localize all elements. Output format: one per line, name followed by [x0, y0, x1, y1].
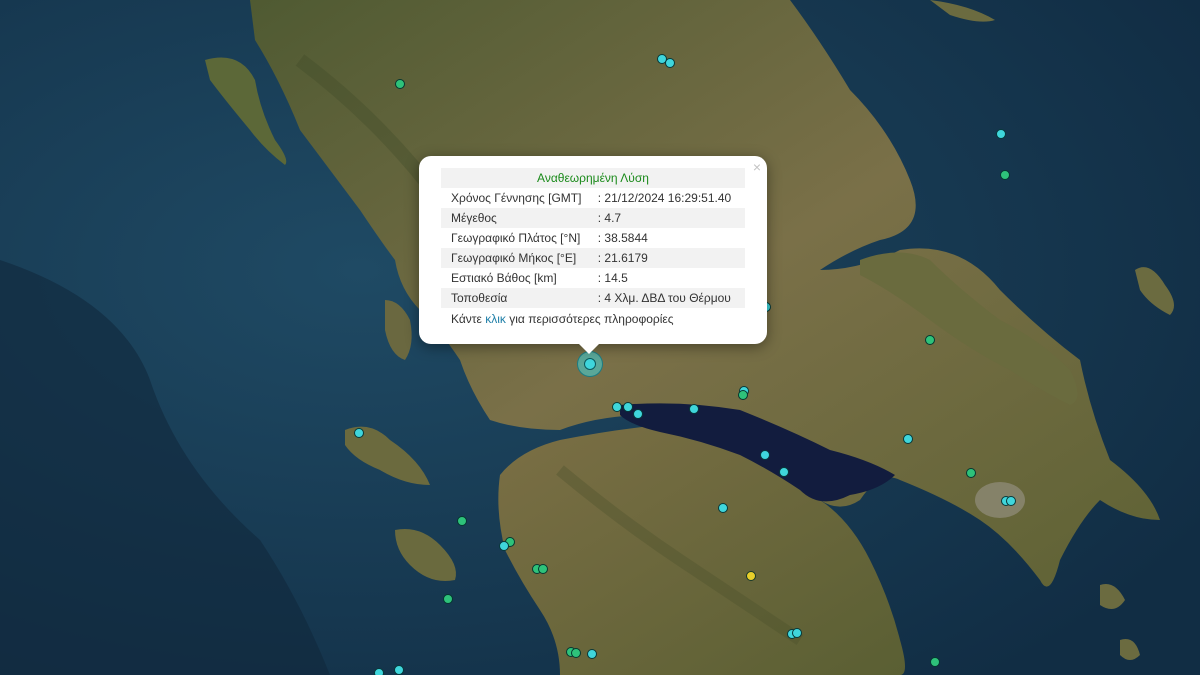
close-icon[interactable]: ×	[753, 160, 761, 174]
quake-marker[interactable]	[395, 79, 405, 89]
quake-marker[interactable]	[443, 594, 453, 604]
quake-marker[interactable]	[1000, 170, 1010, 180]
row-value: : 38.5844	[597, 231, 648, 245]
row-label: Γεωγραφικό Μήκος [°E]	[441, 248, 596, 268]
row-label: Εστιακό Βάθος [km]	[451, 271, 557, 285]
quake-marker[interactable]	[760, 450, 770, 460]
quake-marker[interactable]	[779, 467, 789, 477]
quake-marker[interactable]	[738, 390, 748, 400]
row-label: Τοποθεσία	[441, 288, 596, 308]
more-info-link[interactable]: κλικ	[485, 312, 506, 326]
popup-title: Αναθεωρημένη Λύση	[441, 168, 745, 188]
quake-marker[interactable]	[457, 516, 467, 526]
quake-marker[interactable]	[612, 402, 622, 412]
quake-marker[interactable]	[903, 434, 913, 444]
more-info-suffix: για περισσότερες πληροφορίες	[509, 312, 674, 326]
quake-marker[interactable]	[394, 665, 404, 675]
quake-marker[interactable]	[792, 628, 802, 638]
quake-marker[interactable]	[633, 409, 643, 419]
row-value: : 21.6179	[595, 248, 745, 268]
quake-marker[interactable]	[925, 335, 935, 345]
quake-marker[interactable]	[354, 428, 364, 438]
row-value: : 14.5	[597, 271, 628, 285]
row-label: Γεωγραφικό Πλάτος [°N]	[451, 231, 581, 245]
row-value: : 4.7	[595, 208, 745, 228]
quake-marker[interactable]	[374, 668, 384, 675]
quake-marker[interactable]	[665, 58, 675, 68]
quake-marker[interactable]	[966, 468, 976, 478]
quake-marker[interactable]	[587, 649, 597, 659]
quake-marker[interactable]	[623, 402, 633, 412]
row-label: Μέγεθος	[441, 208, 596, 228]
row-value: : 21/12/2024 16:29:51.40	[597, 191, 732, 205]
earthquake-details-table: Αναθεωρημένη Λύση Χρόνος Γέννησης [GMT] …	[441, 168, 745, 308]
earthquake-info-popup: × Αναθεωρημένη Λύση Χρόνος Γέννησης [GMT…	[419, 156, 767, 354]
quake-marker[interactable]	[571, 648, 581, 658]
more-info-prefix: Κάντε	[451, 312, 482, 326]
popup-tip	[579, 344, 599, 354]
row-value: : 4 Χλμ. ΔΒΔ του Θέρμου	[595, 288, 745, 308]
quake-marker[interactable]	[499, 541, 509, 551]
map-view[interactable]: × Αναθεωρημένη Λύση Χρόνος Γέννησης [GMT…	[0, 0, 1200, 675]
quake-marker[interactable]	[930, 657, 940, 667]
more-info-line: Κάντε κλικ για περισσότερες πληροφορίες	[441, 308, 745, 326]
quake-marker[interactable]	[1006, 496, 1016, 506]
quake-marker[interactable]	[996, 129, 1006, 139]
quake-marker[interactable]	[689, 404, 699, 414]
quake-marker[interactable]	[746, 571, 756, 581]
quake-marker[interactable]	[718, 503, 728, 513]
quake-marker[interactable]	[538, 564, 548, 574]
selected-quake-marker[interactable]	[577, 351, 603, 377]
row-label: Χρόνος Γέννησης [GMT]	[451, 191, 582, 205]
